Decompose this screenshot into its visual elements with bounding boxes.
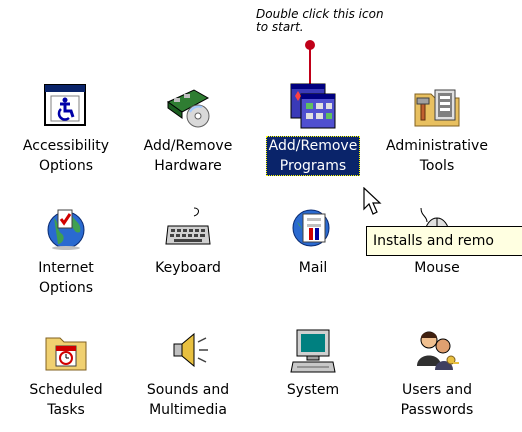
item-label: Internet Options [38,260,94,296]
sounds-multimedia-icon [164,326,212,374]
control-panel-item-add-remove-programs[interactable]: Add/Remove Programs [253,82,373,176]
control-panel-item-internet-options[interactable]: Internet Options [6,204,126,298]
control-panel-item-scheduled-tasks[interactable]: Scheduled Tasks [6,326,126,420]
control-panel-item-system[interactable]: System [253,326,373,400]
add-remove-programs-icon [289,82,337,130]
control-panel-item-users-and-passwords[interactable]: Users and Passwords [377,326,497,420]
scheduled-tasks-icon [42,326,90,374]
item-label: System [286,382,340,398]
item-label: Users and Passwords [400,382,474,418]
item-label: Sounds and Multimedia [146,382,230,418]
internet-options-icon [42,204,90,252]
accessibility-icon [42,82,90,130]
mouse-pointer-icon [363,187,382,215]
item-label: Mail [298,260,328,276]
item-label: Add/Remove Programs [265,136,361,176]
instruction-callout: Double click this icon to start. [256,7,384,34]
keyboard-icon [164,204,212,252]
mail-icon [289,204,337,252]
item-label: Scheduled Tasks [29,382,103,418]
control-panel-item-accessibility-options[interactable]: Accessibility Options [6,82,126,176]
add-remove-hardware-icon [164,82,212,130]
administrative-tools-icon [413,82,461,130]
control-panel-item-administrative-tools[interactable]: Administrative Tools [377,82,497,176]
control-panel-item-sounds-and-multimedia[interactable]: Sounds and Multimedia [128,326,248,420]
item-label: Administrative Tools [386,138,488,174]
item-label: Mouse [414,260,460,276]
control-panel-item-mail[interactable]: Mail [253,204,373,278]
callout-pointer-line [309,45,311,85]
item-label: Keyboard [155,260,221,276]
control-panel-item-keyboard[interactable]: Keyboard [128,204,248,278]
users-passwords-icon [413,326,461,374]
tooltip: Installs and remo [366,226,522,256]
system-icon [289,326,337,374]
item-label: Add/Remove Hardware [143,138,233,174]
item-label: Accessibility Options [22,138,110,174]
control-panel-item-add-remove-hardware[interactable]: Add/Remove Hardware [128,82,248,176]
